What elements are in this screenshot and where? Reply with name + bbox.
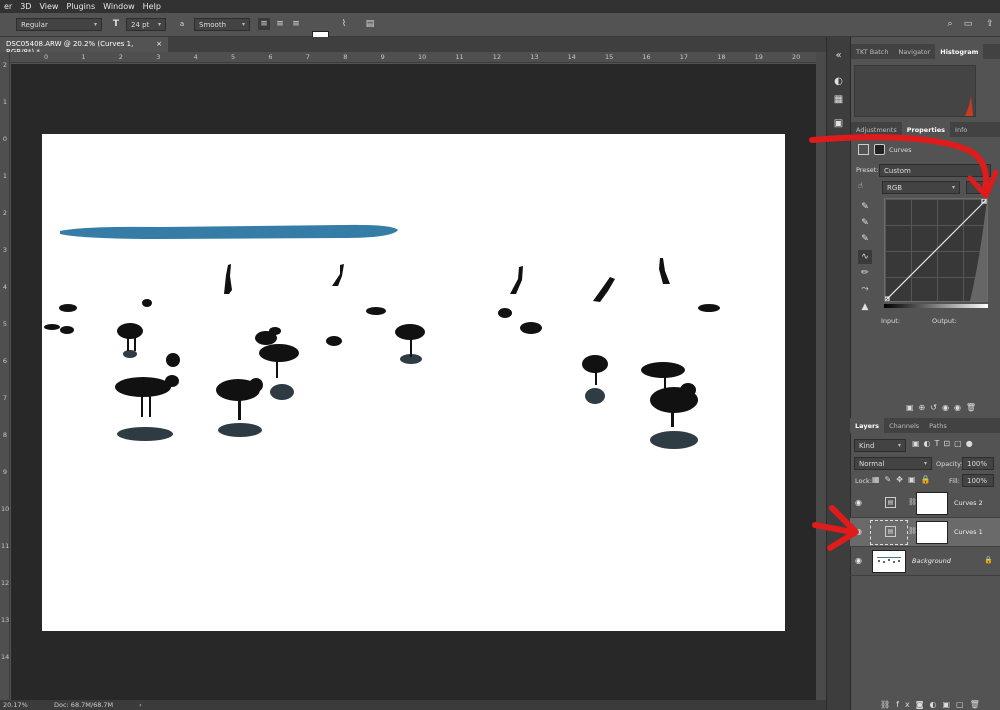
- arrow-annotation-curve: [809, 134, 989, 191]
- annotation-overlay: [809, 134, 999, 551]
